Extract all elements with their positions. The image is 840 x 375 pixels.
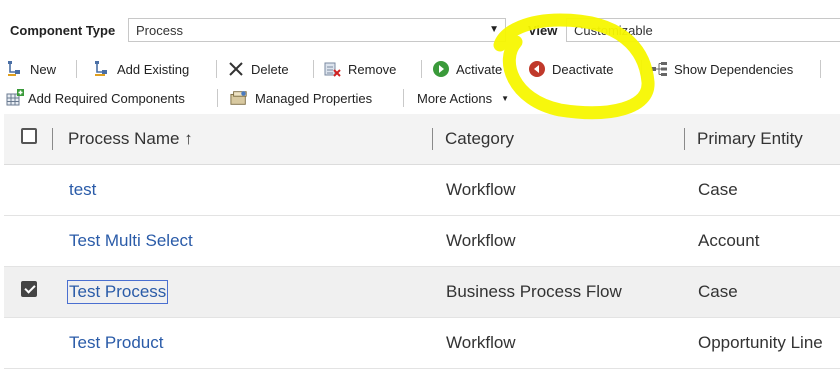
process-name-link[interactable]: test — [69, 180, 96, 200]
filter-bar: Component Type Process ▼ View Customizab… — [0, 18, 840, 46]
process-name-link[interactable]: Test Product — [69, 333, 164, 353]
add-existing-icon — [93, 60, 111, 78]
toolbar-divider — [820, 60, 821, 78]
column-divider[interactable] — [432, 128, 433, 150]
show-dependencies-button[interactable]: Show Dependencies — [650, 58, 793, 80]
remove-button[interactable]: Remove — [324, 58, 396, 80]
select-all-checkbox[interactable] — [21, 128, 37, 144]
toolbar-divider — [421, 60, 422, 78]
dropdown-arrow-icon: ▼ — [489, 24, 499, 35]
toolbar-divider — [76, 60, 77, 78]
toolbar-divider — [313, 60, 314, 78]
toolbar-divider — [217, 89, 218, 107]
delete-x-icon — [227, 60, 245, 78]
managed-properties-label: Managed Properties — [255, 90, 373, 106]
component-type-value: Process — [136, 23, 183, 38]
activate-label: Activate — [456, 61, 503, 77]
component-type-select[interactable]: Process ▼ — [128, 18, 506, 42]
component-type-label: Component Type — [10, 23, 116, 38]
remove-label: Remove — [348, 61, 397, 77]
managed-properties-button[interactable]: Managed Properties — [230, 87, 372, 109]
column-divider — [52, 128, 53, 150]
dependencies-tree-icon — [650, 60, 668, 78]
remove-icon — [324, 60, 342, 78]
add-existing-label: Add Existing — [117, 61, 190, 77]
new-button[interactable]: New — [6, 58, 56, 80]
column-header-category[interactable]: Category — [445, 129, 514, 149]
primary-entity-cell: Opportunity Line — [698, 333, 823, 352]
new-label: New — [30, 61, 57, 77]
column-header-process-name[interactable]: Process Name ↑ — [68, 129, 193, 149]
toolbar-divider — [216, 60, 217, 78]
table-row[interactable]: Test Multi Select Workflow Account — [4, 216, 840, 267]
category-cell: Workflow — [446, 333, 516, 352]
deactivate-back-icon — [528, 60, 546, 78]
add-required-icon — [6, 89, 24, 107]
primary-entity-cell: Case — [698, 180, 738, 199]
view-select[interactable]: Customizable — [566, 18, 840, 42]
view-value: Customizable — [574, 23, 653, 38]
activate-play-icon — [432, 60, 450, 78]
process-name-link[interactable]: Test Multi Select — [69, 231, 193, 251]
category-cell: Workflow — [446, 231, 516, 250]
toolbar-divider — [641, 60, 642, 78]
more-actions-button[interactable]: More Actions ▼ — [417, 87, 509, 109]
table-row[interactable]: Test Product Workflow Opportunity Line — [4, 318, 840, 369]
delete-button[interactable]: Delete — [227, 58, 289, 80]
table-row[interactable]: test Workflow Case — [4, 165, 840, 216]
chevron-down-icon: ▼ — [501, 93, 510, 103]
delete-label: Delete — [251, 61, 289, 77]
add-required-components-button[interactable]: Add Required Components — [6, 87, 185, 109]
activate-button[interactable]: Activate — [432, 58, 502, 80]
row-checkbox[interactable] — [21, 281, 37, 297]
category-cell: Business Process Flow — [446, 282, 622, 301]
toolbar-divider — [403, 89, 404, 107]
view-label: View — [528, 23, 558, 38]
column-header-primary-entity[interactable]: Primary Entity — [697, 129, 803, 149]
category-cell: Workflow — [446, 180, 516, 199]
new-icon — [6, 60, 24, 78]
grid-header: Process Name ↑ Category Primary Entity — [4, 114, 840, 165]
managed-properties-icon — [230, 89, 248, 107]
deactivate-label: Deactivate — [552, 61, 614, 77]
primary-entity-cell: Account — [698, 231, 760, 250]
primary-entity-cell: Case — [698, 282, 738, 301]
more-actions-label: More Actions — [417, 90, 493, 106]
add-required-components-label: Add Required Components — [28, 90, 185, 106]
process-name-link[interactable]: Test Process — [66, 280, 169, 304]
add-existing-button[interactable]: Add Existing — [93, 58, 189, 80]
deactivate-button[interactable]: Deactivate — [528, 58, 613, 80]
column-divider[interactable] — [684, 128, 685, 150]
show-dependencies-label: Show Dependencies — [674, 61, 794, 77]
table-row-selected[interactable]: Test Process Business Process Flow Case — [4, 267, 840, 318]
